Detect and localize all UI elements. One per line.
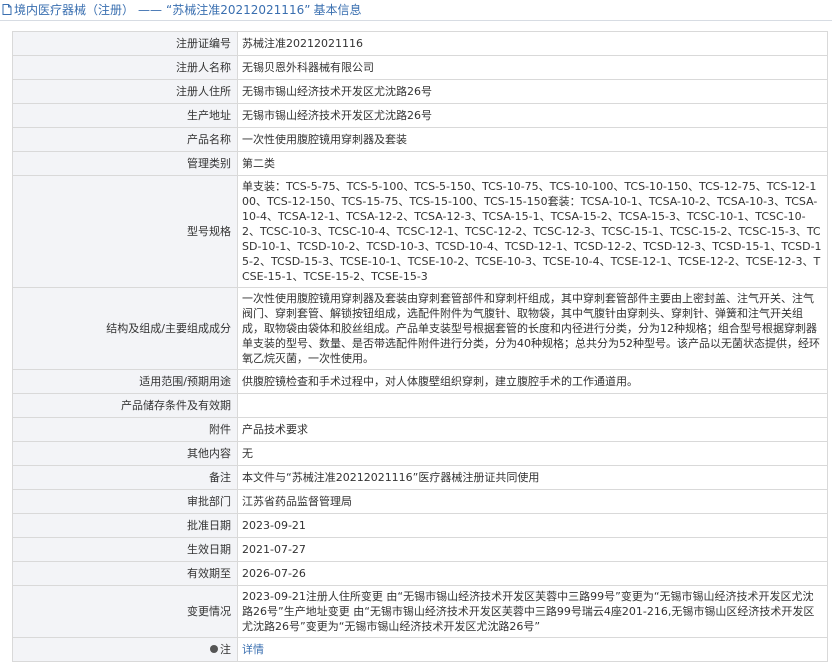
row-value: 一次性使用腹腔镜用穿刺器及套装 <box>237 127 828 152</box>
header-suffix: 基本信息 <box>313 3 362 17</box>
row-management-category: 管理类别 第二类 <box>12 151 828 176</box>
row-effective-date: 生效日期 2021-07-27 <box>12 537 828 562</box>
row-key: 型号规格 <box>12 175 238 288</box>
row-value: 无锡市锡山经济技术开发区尤沈路26号 <box>237 103 828 128</box>
row-registrant-address: 注册人住所 无锡市锡山经济技术开发区尤沈路26号 <box>12 79 828 104</box>
note-dot-icon <box>210 644 218 653</box>
row-key: 注册人名称 <box>12 55 238 80</box>
row-approval-department: 审批部门 江苏省药品监督管理局 <box>12 489 828 514</box>
document-icon <box>2 4 12 15</box>
details-link[interactable]: 详情 <box>242 643 264 656</box>
row-registration-number: 注册证编号 苏械注准20212021116 <box>12 31 828 56</box>
row-key: 适用范围/预期用途 <box>12 369 238 394</box>
row-key: 变更情况 <box>12 585 238 638</box>
row-value: 无 <box>237 441 828 466</box>
row-key: 批准日期 <box>12 513 238 538</box>
row-key: 结构及组成/主要组成成分 <box>12 287 238 370</box>
row-product-name: 产品名称 一次性使用腹腔镜用穿刺器及套装 <box>12 127 828 152</box>
row-key: 备注 <box>12 465 238 490</box>
row-key: 审批部门 <box>12 489 238 514</box>
row-value: 2023-09-21 <box>237 513 828 538</box>
row-value: 详情 <box>237 637 828 662</box>
row-key: 产品名称 <box>12 127 238 152</box>
row-value: 供腹腔镜检查和手术过程中，对人体腹壁组织穿刺，建立腹腔手术的工作通道用。 <box>237 369 828 394</box>
info-table-container: 注册证编号 苏械注准20212021116 注册人名称 无锡贝恩外科器械有限公司… <box>0 21 832 662</box>
row-change-history: 变更情况 2023-09-21注册人住所变更 由“无锡市锡山经济技术开发区芙蓉中… <box>12 585 828 638</box>
row-value: 2023-09-21注册人住所变更 由“无锡市锡山经济技术开发区芙蓉中三路99号… <box>237 585 828 638</box>
row-other-content: 其他内容 无 <box>12 441 828 466</box>
header-prefix: 境内医疗器械（注册） <box>14 3 135 17</box>
row-key: 注册证编号 <box>12 31 238 56</box>
row-value: 2026-07-26 <box>237 561 828 586</box>
note-key: 注 <box>220 642 231 656</box>
row-remarks: 备注 本文件与“苏械注准20212021116”医疗器械注册证共同使用 <box>12 465 828 490</box>
row-value: 江苏省药品监督管理局 <box>237 489 828 514</box>
row-value: 单支装：TCS-5-75、TCS-5-100、TCS-5-150、TCS-10-… <box>237 175 828 288</box>
row-production-address: 生产地址 无锡市锡山经济技术开发区尤沈路26号 <box>12 103 828 128</box>
row-attachment: 附件 产品技术要求 <box>12 417 828 442</box>
header-number: “苏械注准20212021116” <box>166 3 311 17</box>
row-note: 注 详情 <box>12 637 828 662</box>
row-value: 2021-07-27 <box>237 537 828 562</box>
row-key: 注 <box>12 637 238 662</box>
row-key: 生产地址 <box>12 103 238 128</box>
row-structure-composition: 结构及组成/主要组成成分 一次性使用腹腔镜用穿刺器及套装由穿刺套管部件和穿刺杆组… <box>12 287 828 370</box>
row-value: 一次性使用腹腔镜用穿刺器及套装由穿刺套管部件和穿刺杆组成，其中穿刺套管部件主要由… <box>237 287 828 370</box>
row-registrant-name: 注册人名称 无锡贝恩外科器械有限公司 <box>12 55 828 80</box>
row-storage-validity: 产品储存条件及有效期 <box>12 393 828 418</box>
row-key: 其他内容 <box>12 441 238 466</box>
row-value: 无锡贝恩外科器械有限公司 <box>237 55 828 80</box>
row-value <box>237 393 828 418</box>
row-value: 第二类 <box>237 151 828 176</box>
row-valid-until: 有效期至 2026-07-26 <box>12 561 828 586</box>
row-intended-use: 适用范围/预期用途 供腹腔镜检查和手术过程中，对人体腹壁组织穿刺，建立腹腔手术的… <box>12 369 828 394</box>
row-key: 管理类别 <box>12 151 238 176</box>
row-value: 本文件与“苏械注准20212021116”医疗器械注册证共同使用 <box>237 465 828 490</box>
row-key: 有效期至 <box>12 561 238 586</box>
row-approval-date: 批准日期 2023-09-21 <box>12 513 828 538</box>
row-key: 产品储存条件及有效期 <box>12 393 238 418</box>
page-header: 境内医疗器械（注册） —— “苏械注准20212021116” 基本信息 <box>0 0 832 21</box>
row-value: 苏械注准20212021116 <box>237 31 828 56</box>
row-key: 注册人住所 <box>12 79 238 104</box>
row-model-spec: 型号规格 单支装：TCS-5-75、TCS-5-100、TCS-5-150、TC… <box>12 175 828 288</box>
header-separator: —— <box>138 3 163 17</box>
row-value: 无锡市锡山经济技术开发区尤沈路26号 <box>237 79 828 104</box>
row-value: 产品技术要求 <box>237 417 828 442</box>
row-key: 附件 <box>12 417 238 442</box>
row-key: 生效日期 <box>12 537 238 562</box>
registration-info-table: 注册证编号 苏械注准20212021116 注册人名称 无锡贝恩外科器械有限公司… <box>12 31 828 662</box>
